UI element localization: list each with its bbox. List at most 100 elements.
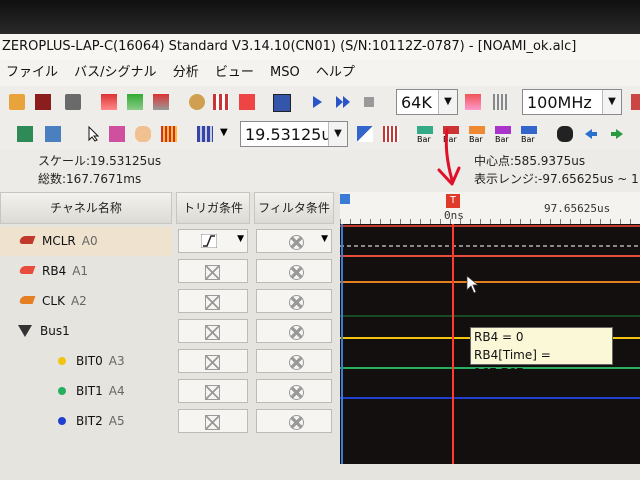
channel-row[interactable]: BIT0 A3 (0, 347, 172, 376)
binoculars-icon (557, 126, 573, 142)
tool-c-button[interactable] (150, 91, 172, 113)
trigger-cell[interactable] (178, 319, 248, 343)
total-text: 総数:167.7671ms (38, 172, 142, 186)
dropdown-arrow-icon[interactable]: ▼ (220, 127, 228, 138)
tool-b-button[interactable] (124, 91, 146, 113)
menu-analysis[interactable]: 分析 (167, 60, 205, 86)
zoom-scale-select[interactable]: 19.53125u ▼ (240, 121, 348, 147)
tooltip-time: RB4[Time] = 167.767ms (474, 348, 551, 380)
open-folder-button[interactable] (6, 91, 28, 113)
prev-edge-button[interactable] (580, 123, 602, 145)
menu-help[interactable]: ヘルプ (310, 60, 361, 86)
trigger-marker[interactable]: T (446, 194, 460, 208)
chip-button[interactable] (14, 123, 36, 145)
stop-icon (364, 97, 374, 107)
sample-rate-select[interactable]: 100MHz ▼ (522, 89, 622, 115)
menu-view[interactable]: ビュー (209, 60, 260, 86)
filter-cell[interactable] (256, 259, 332, 283)
menu-file[interactable]: ファイル (0, 60, 64, 86)
bar-add-icon (521, 126, 537, 134)
measure-button[interactable] (158, 123, 180, 145)
pointer-button[interactable] (82, 123, 104, 145)
menu-mso[interactable]: MSO (264, 60, 306, 86)
bar-c-icon (469, 126, 485, 134)
arrow-right-icon (611, 129, 623, 139)
center-point-text: 中心点:585.9375us (474, 154, 586, 168)
zoom-out-button[interactable] (354, 123, 376, 145)
channel-name: RB4 (42, 264, 67, 278)
frequency-button[interactable] (490, 91, 512, 113)
trigger-cell[interactable] (178, 289, 248, 313)
stop-button[interactable] (358, 91, 380, 113)
dont-care-icon (205, 385, 220, 400)
save-button[interactable] (32, 91, 54, 113)
filter-cell[interactable]: ▼ (256, 229, 332, 253)
bar-add-button[interactable]: Bar (518, 123, 542, 145)
channel-pin: A2 (70, 294, 87, 308)
trigger-cell[interactable] (178, 379, 248, 403)
bar-t-label: Bar (495, 135, 509, 144)
zoom-mode-button[interactable] (194, 123, 216, 145)
probe-button[interactable] (186, 91, 208, 113)
memory-depth-select[interactable]: 64K ▼ (396, 89, 458, 115)
device-button[interactable] (270, 91, 292, 113)
channel-row[interactable]: MCLR A0 (0, 227, 172, 256)
run-repeat-button[interactable] (332, 91, 354, 113)
dont-care-icon (205, 415, 220, 430)
triangle-down-icon (18, 325, 32, 337)
zoom-out-icon (357, 126, 373, 142)
channel-row[interactable]: CLK A2 (0, 287, 172, 316)
zoom-wave-icon (197, 126, 213, 142)
filter-cell[interactable] (256, 379, 332, 403)
time-ruler[interactable]: T 0ns 97.65625us (340, 192, 640, 225)
dot-icon (58, 387, 66, 395)
scale-text: スケール:19.53125us (38, 154, 162, 168)
marker-button[interactable] (236, 91, 258, 113)
bar-t-icon (495, 126, 511, 134)
channel-row[interactable]: BIT1 A4 (0, 377, 172, 406)
bar-c-label: Bar (469, 135, 483, 144)
bar-c-button[interactable]: Bar (466, 123, 490, 145)
grid-icon (127, 94, 143, 110)
bar-t-button[interactable]: Bar (492, 123, 516, 145)
no-filter-icon (289, 265, 304, 280)
trigger-cell[interactable] (178, 349, 248, 373)
capture-icon (101, 94, 117, 110)
channel-row[interactable]: Bus1 (0, 317, 172, 346)
filter-cell[interactable] (256, 409, 332, 433)
trigger-cell[interactable] (178, 259, 248, 283)
extra-button[interactable] (628, 91, 640, 113)
filter-cell[interactable] (256, 319, 332, 343)
tool-a-button[interactable] (98, 91, 120, 113)
table-button[interactable] (42, 123, 64, 145)
filter-cell[interactable] (256, 289, 332, 313)
channel-pin: A0 (81, 234, 98, 248)
menu-bus-signal[interactable]: バス/シグナル (68, 60, 162, 86)
channel-row[interactable]: RB4 A1 (0, 257, 172, 286)
next-edge-button[interactable] (606, 123, 628, 145)
zoom-in-button[interactable] (380, 123, 402, 145)
print-button[interactable] (62, 91, 84, 113)
channel-name: BIT2 (76, 414, 103, 428)
hand-tool-button[interactable] (132, 123, 154, 145)
chevron-down-icon: ▼ (328, 122, 347, 146)
channel-row[interactable]: BIT2 A5 (0, 407, 172, 436)
chip-icon (17, 126, 33, 142)
probe-icon (189, 94, 205, 110)
run-button[interactable] (306, 91, 328, 113)
filter-cell[interactable] (256, 349, 332, 373)
clock-wave-icon (493, 94, 509, 110)
trigger-cell[interactable]: ▼ (178, 229, 248, 253)
search-button[interactable] (554, 123, 576, 145)
channel-pin: A4 (108, 384, 125, 398)
zoom-in-icon (383, 126, 399, 142)
wave-button[interactable] (210, 91, 232, 113)
zoom-scale-value: 19.53125u (245, 125, 332, 144)
save-icon (35, 94, 51, 110)
ruler-corner-icon (340, 194, 350, 204)
select-icon (109, 126, 125, 142)
select-area-button[interactable] (106, 123, 128, 145)
bar-add-label: Bar (521, 135, 535, 144)
trigger-cell[interactable] (178, 409, 248, 433)
memory-m-button[interactable] (462, 91, 484, 113)
